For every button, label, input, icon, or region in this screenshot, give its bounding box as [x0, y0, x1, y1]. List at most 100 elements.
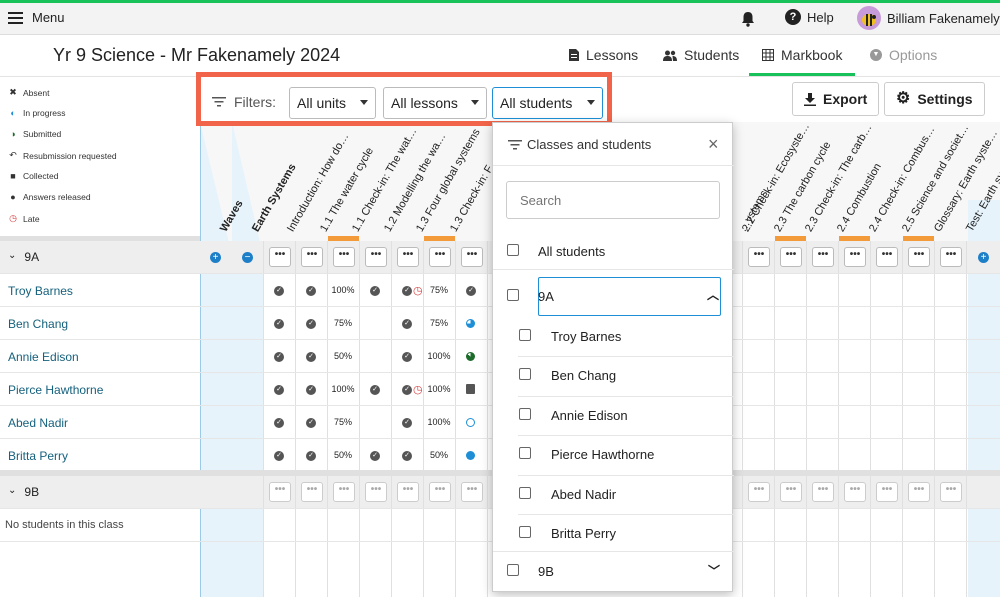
score-cell[interactable]: 100% — [328, 384, 358, 394]
column-menu-button[interactable]: ••• — [429, 482, 451, 502]
class-9a-toggle[interactable]: ⌄ 9A — [8, 250, 39, 264]
column-menu-button[interactable]: ••• — [269, 482, 291, 502]
score-cell[interactable]: 50% — [328, 351, 358, 361]
bell-icon[interactable] — [741, 11, 755, 27]
column-menu-button[interactable]: ••• — [429, 247, 451, 267]
score-cell[interactable]: 50% — [328, 450, 358, 460]
student-name[interactable]: Annie Edison — [8, 350, 79, 364]
settings-button[interactable]: ⚙ Settings — [884, 82, 985, 116]
column-menu-button[interactable]: ••• — [908, 247, 930, 267]
check-circle-icon[interactable]: ✓ — [306, 352, 316, 362]
student-name[interactable]: Troy Barnes — [8, 284, 73, 298]
student-checkbox[interactable] — [519, 486, 531, 499]
column-menu-button[interactable]: ••• — [397, 482, 419, 502]
student-checkbox[interactable] — [519, 329, 531, 341]
score-cell[interactable]: 50% — [424, 450, 454, 460]
tab-students[interactable]: Students — [663, 47, 739, 63]
column-menu-button[interactable]: ••• — [876, 482, 898, 502]
in-progress-icon[interactable] — [466, 319, 475, 328]
close-icon[interactable]: × — [708, 134, 719, 155]
column-menu-button[interactable]: ••• — [908, 482, 930, 502]
chevron-up-icon[interactable]: ︿ — [707, 286, 719, 303]
column-menu-button[interactable]: ••• — [365, 247, 387, 267]
students-dropdown[interactable]: All students — [492, 87, 603, 119]
collapse-earth-icon[interactable]: − — [242, 252, 253, 263]
student-checkbox[interactable] — [519, 407, 531, 420]
check-circle-icon[interactable]: ✓ — [402, 418, 412, 428]
check-circle-icon[interactable]: ✓ — [370, 286, 380, 296]
check-circle-icon[interactable]: ✓ — [274, 286, 284, 296]
student-checkbox[interactable] — [519, 368, 531, 381]
column-menu-button[interactable]: ••• — [812, 482, 834, 502]
help-button[interactable]: ? Help — [785, 9, 834, 25]
check-circle-icon[interactable]: ✓ — [274, 451, 284, 461]
student-name[interactable]: Pierce Hawthorne — [8, 383, 103, 397]
check-circle-icon[interactable]: ✓ — [370, 451, 380, 461]
score-cell[interactable]: 75% — [424, 285, 454, 295]
column-menu-button[interactable]: ••• — [365, 482, 387, 502]
column-menu-button[interactable]: ••• — [748, 482, 770, 502]
check-circle-icon[interactable]: ✓ — [306, 319, 316, 329]
in-progress-icon[interactable] — [466, 418, 475, 427]
column-menu-button[interactable]: ••• — [940, 247, 962, 267]
column-menu-button[interactable]: ••• — [333, 247, 355, 267]
check-circle-icon[interactable]: ✓ — [306, 451, 316, 461]
check-circle-icon[interactable]: ✓ — [466, 286, 476, 296]
chevron-down-icon[interactable]: ﹀ — [708, 562, 720, 579]
column-menu-button[interactable]: ••• — [844, 247, 866, 267]
student-checkbox[interactable] — [519, 526, 531, 538]
class-9b-toggle[interactable]: ⌄ 9B — [8, 485, 39, 499]
column-menu-button[interactable]: ••• — [940, 482, 962, 502]
column-menu-button[interactable]: ••• — [301, 247, 323, 267]
column-menu-button[interactable]: ••• — [780, 482, 802, 502]
column-menu-button[interactable]: ••• — [397, 247, 419, 267]
check-circle-icon[interactable]: ✓ — [306, 418, 316, 428]
menu-button[interactable]: Menu — [8, 10, 65, 25]
column-menu-button[interactable]: ••• — [333, 482, 355, 502]
student-name[interactable]: Abed Nadir — [8, 416, 68, 430]
column-menu-button[interactable]: ••• — [748, 247, 770, 267]
score-cell[interactable]: 75% — [328, 417, 358, 427]
score-cell[interactable]: 100% — [424, 417, 454, 427]
status-dot[interactable] — [466, 451, 475, 460]
all-students-checkbox[interactable] — [507, 244, 519, 256]
units-dropdown[interactable]: All units — [289, 87, 376, 119]
export-button[interactable]: Export — [792, 82, 880, 116]
lock-icon[interactable] — [466, 384, 475, 394]
tab-markbook[interactable]: Markbook — [762, 47, 842, 63]
score-cell[interactable]: 75% — [424, 318, 454, 328]
search-input[interactable] — [506, 181, 720, 219]
check-circle-icon[interactable]: ✓ — [370, 385, 380, 395]
class-9a-checkbox[interactable] — [507, 289, 519, 301]
score-cell[interactable]: 100% — [424, 384, 454, 394]
check-circle-icon[interactable]: ✓ — [402, 319, 412, 329]
tab-lessons[interactable]: Lessons — [569, 47, 638, 63]
lessons-dropdown[interactable]: All lessons — [383, 87, 487, 119]
student-checkbox[interactable] — [519, 447, 531, 460]
check-circle-icon[interactable]: ✓ — [274, 352, 284, 362]
student-name[interactable]: Britta Perry — [8, 449, 68, 463]
check-circle-icon[interactable]: ✓ — [402, 385, 412, 395]
column-menu-button[interactable]: ••• — [301, 482, 323, 502]
check-circle-icon[interactable]: ✓ — [306, 385, 316, 395]
column-menu-button[interactable]: ••• — [780, 247, 802, 267]
check-circle-icon[interactable]: ✓ — [402, 451, 412, 461]
check-circle-icon[interactable]: ✓ — [274, 385, 284, 395]
user-menu[interactable]: Billiam Fakenamely — [857, 6, 1000, 30]
check-circle-icon[interactable]: ✓ — [306, 286, 316, 296]
check-circle-icon[interactable]: ✓ — [402, 286, 412, 296]
class-9a-row[interactable] — [538, 277, 721, 316]
column-menu-button[interactable]: ••• — [812, 247, 834, 267]
submitted-icon[interactable] — [466, 352, 475, 361]
column-menu-button[interactable]: ••• — [844, 482, 866, 502]
column-menu-button[interactable]: ••• — [269, 247, 291, 267]
student-name[interactable]: Ben Chang — [8, 317, 68, 331]
check-circle-icon[interactable]: ✓ — [402, 352, 412, 362]
tab-options[interactable]: ▼ Options — [870, 47, 937, 63]
score-cell[interactable]: 75% — [328, 318, 358, 328]
class-9b-checkbox[interactable] — [507, 564, 519, 576]
score-cell[interactable]: 100% — [424, 351, 454, 361]
column-menu-button[interactable]: ••• — [461, 482, 483, 502]
check-circle-icon[interactable]: ✓ — [274, 319, 284, 329]
column-menu-button[interactable]: ••• — [876, 247, 898, 267]
